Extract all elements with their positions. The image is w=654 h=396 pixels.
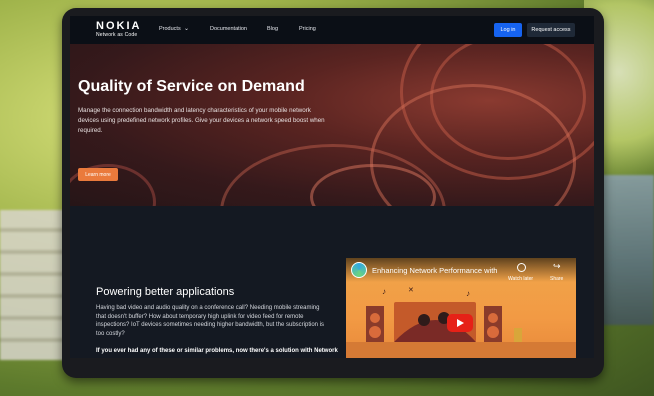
chevron-down-icon[interactable]: ⌄ xyxy=(184,25,190,32)
section-text: Having bad video and audio quality on a … xyxy=(96,305,325,337)
logo-subtitle: Network as Code xyxy=(96,32,138,38)
top-navigation: NOKIA Network as Code Products ⌄ Documen… xyxy=(70,16,594,44)
browser-screen: NOKIA Network as Code Products ⌄ Documen… xyxy=(70,16,594,358)
logo-wordmark: NOKIA xyxy=(96,20,142,32)
watch-later-label[interactable]: Watch later xyxy=(508,276,533,282)
section-title: Powering better applications xyxy=(96,286,235,298)
video-title[interactable]: Enhancing Network Performance with xyxy=(372,266,497,275)
section-bold-text: If you ever had any of these or similar … xyxy=(96,348,338,354)
nav-products[interactable]: Products xyxy=(159,26,181,32)
logo[interactable]: NOKIA Network as Code xyxy=(96,20,141,39)
login-button[interactable]: Log in xyxy=(494,23,522,37)
svg-text:✕: ✕ xyxy=(408,287,414,294)
background-stack xyxy=(0,210,70,360)
play-button[interactable] xyxy=(447,314,473,332)
nav-documentation[interactable]: Documentation xyxy=(210,26,247,32)
svg-text:♪: ♪ xyxy=(382,287,386,296)
clock-icon[interactable] xyxy=(517,263,526,272)
share-label[interactable]: Share xyxy=(550,276,563,282)
learn-more-button[interactable]: Learn more xyxy=(78,168,118,181)
content-section: Powering better applications Having bad … xyxy=(70,206,594,358)
nav-pricing[interactable]: Pricing xyxy=(299,26,316,32)
play-icon xyxy=(456,319,464,327)
hero-title: Quality of Service on Demand xyxy=(78,78,305,95)
background-building xyxy=(602,175,654,325)
share-icon[interactable]: ↪ xyxy=(553,261,561,272)
hero-description: Manage the connection bandwidth and late… xyxy=(78,107,325,134)
request-access-button[interactable]: Request access xyxy=(527,23,575,37)
hero-section: Quality of Service on Demand Manage the … xyxy=(70,44,594,206)
nav-blog[interactable]: Blog xyxy=(267,26,278,32)
video-embed[interactable]: ♪ ✕ ♪ Enhancing Network Performance with… xyxy=(346,258,576,358)
channel-avatar-icon[interactable] xyxy=(351,262,367,278)
svg-text:♪: ♪ xyxy=(466,289,470,298)
